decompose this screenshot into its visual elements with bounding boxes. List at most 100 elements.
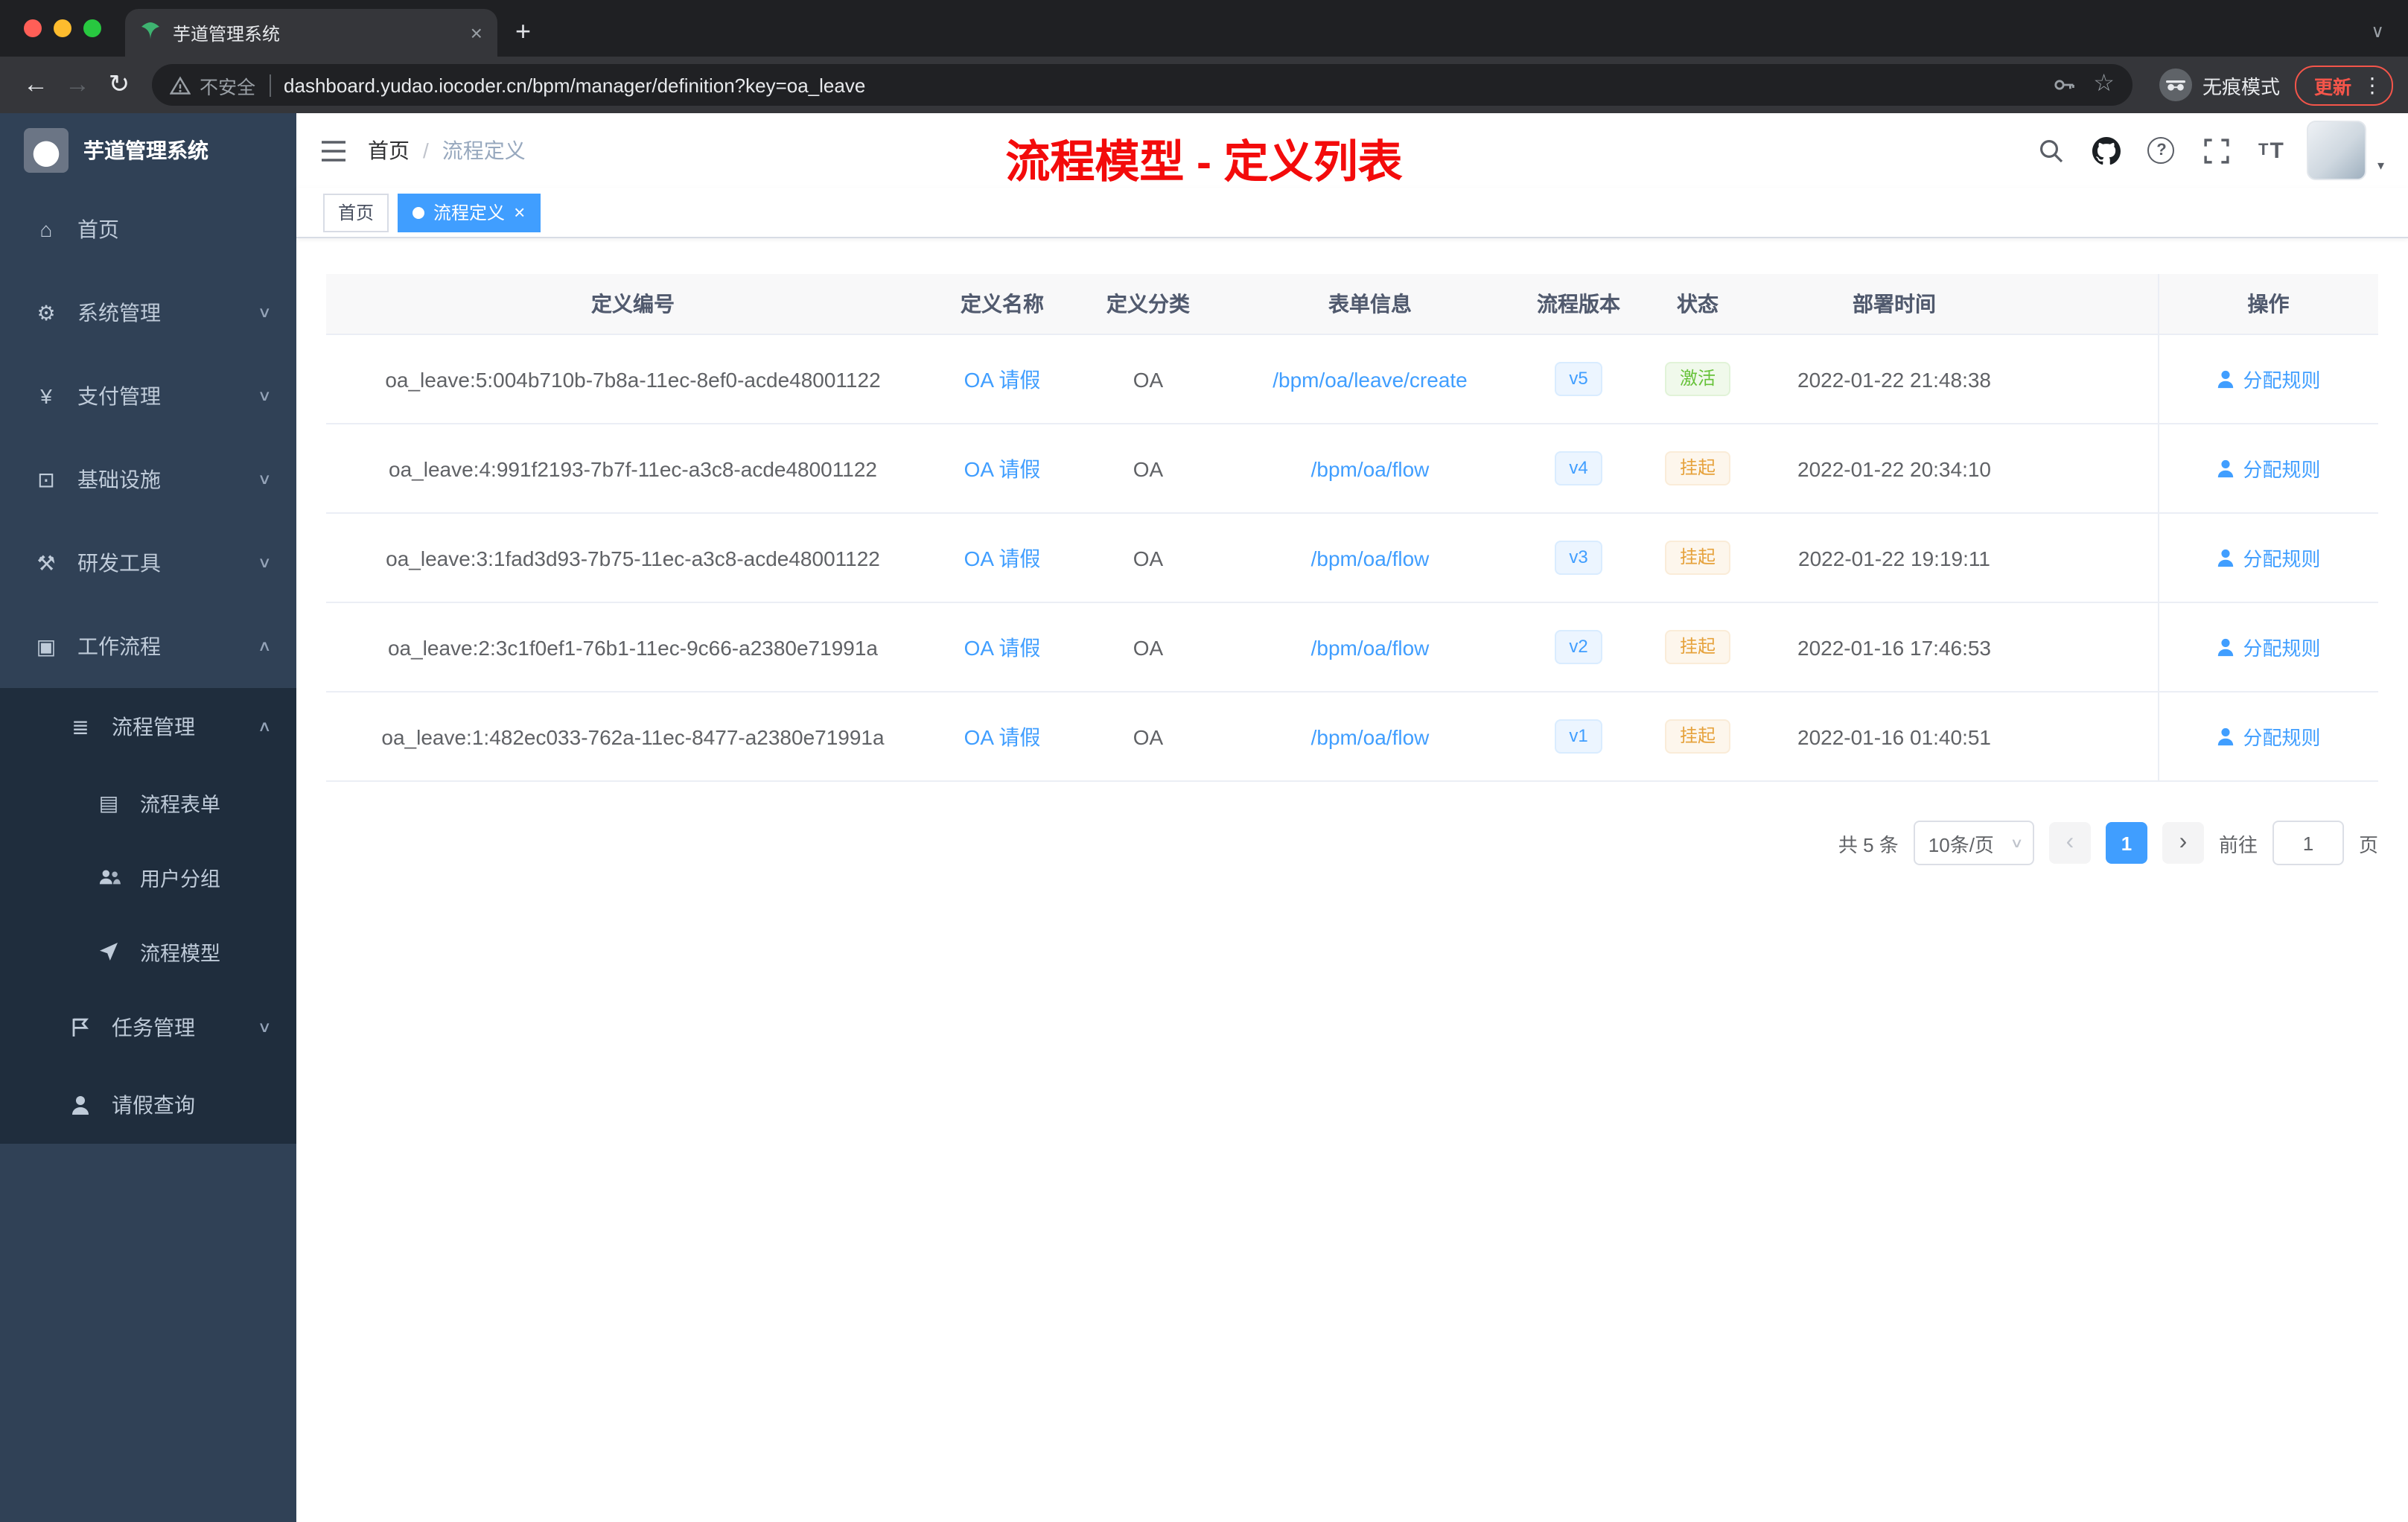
- sidebar-item-process-model[interactable]: 流程模型: [0, 914, 296, 989]
- app-frame: 芋道管理系统 ⌂ 首页 ⚙ 系统管理 ∨ ¥ 支付管理 ∨ ⊡ 基础设施 ∨ ⚒…: [0, 113, 2408, 1522]
- assign-rule-button[interactable]: 分配规则: [2216, 722, 2321, 751]
- cell-filler: [2042, 334, 2158, 424]
- active-dot-icon: [413, 206, 425, 218]
- form-link[interactable]: /bpm/oa/flow: [1311, 635, 1430, 659]
- security-label: 不安全: [200, 77, 256, 98]
- chevron-down-icon: ∨: [257, 388, 272, 404]
- breadcrumb-current: 流程定义: [442, 138, 526, 162]
- cell-filler: [2042, 602, 2158, 692]
- tab-close-icon[interactable]: ×: [471, 21, 482, 45]
- page-number-button[interactable]: 1: [2105, 822, 2147, 864]
- reload-button[interactable]: ↻: [98, 64, 140, 106]
- bookmark-star-icon[interactable]: ☆: [2093, 72, 2115, 97]
- form-link[interactable]: /bpm/oa/flow: [1311, 456, 1430, 480]
- column-header-status: 状态: [1649, 274, 1747, 335]
- sidebar-menu: ⌂ 首页 ⚙ 系统管理 ∨ ¥ 支付管理 ∨ ⊡ 基础设施 ∨ ⚒ 研发工具 ∨…: [0, 188, 296, 1144]
- next-page-button[interactable]: ›: [2162, 822, 2204, 864]
- search-icon[interactable]: [2032, 131, 2071, 170]
- send-icon: [95, 941, 122, 962]
- form-link[interactable]: /bpm/oa/flow: [1311, 725, 1430, 748]
- window-close-button[interactable]: [24, 19, 42, 37]
- sidebar-item-home[interactable]: ⌂ 首页: [0, 188, 296, 271]
- logo-avatar: [24, 128, 69, 173]
- definition-name-link[interactable]: OA 请假: [964, 367, 1041, 391]
- assign-rule-button[interactable]: 分配规则: [2216, 544, 2321, 572]
- assign-rule-button[interactable]: 分配规则: [2216, 633, 2321, 661]
- chevron-down-icon: ∨: [257, 305, 272, 321]
- breadcrumb-separator: /: [423, 138, 429, 162]
- back-button[interactable]: ←: [15, 64, 57, 106]
- definition-name-link[interactable]: OA 请假: [964, 456, 1041, 480]
- column-header-form: 表单信息: [1232, 274, 1509, 335]
- cell-deploy-time: 2022-01-22 19:19:11: [1747, 513, 2042, 603]
- definition-name-link[interactable]: OA 请假: [964, 725, 1041, 748]
- browser-menu-icon[interactable]: ⋮: [2362, 72, 2383, 98]
- cell-definition-id: oa_leave:1:482ec033-762a-11ec-8477-a2380…: [326, 692, 940, 782]
- help-icon[interactable]: ?: [2142, 131, 2181, 170]
- sidebar-item-system-management[interactable]: ⚙ 系统管理 ∨: [0, 271, 296, 354]
- sidebar-item-task-management[interactable]: 任务管理 ∨: [0, 989, 296, 1066]
- sidebar-item-process-form[interactable]: ▤ 流程表单: [0, 765, 296, 840]
- collapse-sidebar-icon[interactable]: [320, 139, 347, 162]
- sidebar-item-user-group[interactable]: 用户分组: [0, 840, 296, 914]
- person-icon: [2218, 727, 2234, 746]
- pagination-total: 共 5 条: [1838, 833, 1899, 856]
- assign-rule-button[interactable]: 分配规则: [2216, 365, 2321, 393]
- status-badge: 挂起: [1664, 451, 1730, 485]
- prev-page-button[interactable]: ‹: [2048, 822, 2091, 864]
- definition-name-link[interactable]: OA 请假: [964, 546, 1041, 570]
- tag-process-definition[interactable]: 流程定义 ×: [398, 193, 541, 232]
- update-label: 更新: [2313, 77, 2351, 98]
- chevron-up-icon: ∧: [257, 719, 272, 735]
- tag-home[interactable]: 首页: [323, 193, 389, 232]
- cell-category: OA: [1065, 602, 1232, 692]
- window-minimize-button[interactable]: [54, 19, 71, 37]
- address-bar[interactable]: 不安全 dashboard.yudao.iocoder.cn/bpm/manag…: [152, 64, 2133, 106]
- avatar-caret-icon[interactable]: ▾: [2377, 158, 2384, 174]
- navbar-actions: ? TT ▾: [2032, 121, 2384, 180]
- chevron-up-icon: ∧: [257, 638, 272, 655]
- password-key-icon[interactable]: [2051, 73, 2075, 97]
- definition-name-link[interactable]: OA 请假: [964, 635, 1041, 659]
- goto-page-input[interactable]: [2272, 821, 2344, 865]
- window-zoom-button[interactable]: [83, 19, 101, 37]
- version-tag: v2: [1554, 630, 1603, 664]
- form-link[interactable]: /bpm/oa/leave/create: [1273, 367, 1468, 391]
- person-icon: [67, 1095, 94, 1115]
- column-header-name: 定义名称: [940, 274, 1065, 335]
- update-button[interactable]: 更新 ⋮: [2294, 65, 2393, 105]
- form-link[interactable]: /bpm/oa/flow: [1311, 546, 1430, 570]
- sidebar-item-payment-management[interactable]: ¥ 支付管理 ∨: [0, 354, 296, 438]
- sidebar-item-dev-tools[interactable]: ⚒ 研发工具 ∨: [0, 521, 296, 605]
- page-size-select[interactable]: 10条/页 ∨: [1913, 821, 2034, 865]
- tab-favicon-icon: [140, 20, 161, 45]
- status-badge: 挂起: [1664, 719, 1730, 754]
- sidebar-item-workflow[interactable]: ▣ 工作流程 ∧: [0, 605, 296, 688]
- status-badge: 挂起: [1664, 541, 1730, 575]
- breadcrumb-home[interactable]: 首页: [368, 136, 410, 165]
- person-icon: [2218, 638, 2234, 657]
- chevron-down-icon: ∨: [257, 555, 272, 571]
- table-row: oa_leave:3:1fad3d93-7b75-11ec-a3c8-acde4…: [326, 513, 2378, 603]
- github-icon[interactable]: [2087, 131, 2126, 170]
- forward-button[interactable]: →: [57, 64, 98, 106]
- annotation-overlay: 流程模型 - 定义列表: [1005, 138, 1403, 188]
- browser-tab[interactable]: 芋道管理系统 ×: [125, 9, 497, 57]
- new-tab-button[interactable]: +: [515, 16, 531, 48]
- not-secure-warning-icon: [170, 75, 191, 95]
- column-header-filler: [2042, 274, 2158, 335]
- assign-rule-button[interactable]: 分配规则: [2216, 454, 2321, 483]
- tag-close-icon[interactable]: ×: [514, 203, 525, 222]
- browser-tab-strip: 芋道管理系统 × + ∨: [0, 0, 2408, 57]
- user-avatar[interactable]: [2307, 121, 2367, 180]
- definition-table: 定义编号 定义名称 定义分类 表单信息 流程版本 状态 部署时间 操作 oa_l…: [326, 274, 2378, 782]
- sidebar-item-infrastructure[interactable]: ⊡ 基础设施 ∨: [0, 438, 296, 521]
- status-badge: 挂起: [1664, 630, 1730, 664]
- tab-search-chevron-icon[interactable]: ∨: [2371, 21, 2384, 42]
- sidebar-item-process-management[interactable]: ≣ 流程管理 ∧: [0, 688, 296, 765]
- font-size-icon[interactable]: TT: [2252, 131, 2291, 170]
- fullscreen-icon[interactable]: [2197, 131, 2236, 170]
- sidebar-item-leave-query[interactable]: 请假查询: [0, 1066, 296, 1144]
- table-row: oa_leave:4:991f2193-7b7f-11ec-a3c8-acde4…: [326, 424, 2378, 514]
- screenshot-root: 芋道管理系统 × + ∨ ← → ↻ 不安全 dashboard.yudao.i…: [0, 0, 2408, 1522]
